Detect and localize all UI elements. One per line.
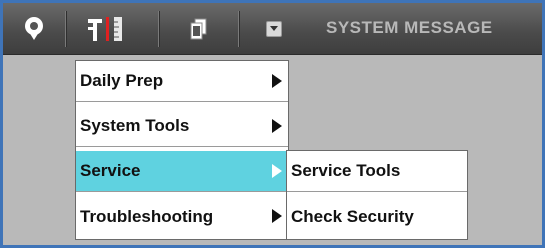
menu-item-label: Service bbox=[80, 161, 141, 180]
menu-item-daily-prep[interactable]: Daily Prep bbox=[76, 61, 288, 102]
submenu-arrow-icon bbox=[272, 164, 282, 178]
submenu-arrow-icon bbox=[272, 119, 282, 133]
submenu-item-service-tools[interactable]: Service Tools bbox=[287, 151, 467, 192]
copy-button[interactable] bbox=[183, 3, 213, 54]
main-menu: Daily Prep System Tools Service Troubles… bbox=[75, 60, 289, 240]
location-pin-icon bbox=[25, 16, 43, 40]
service-submenu: Service Tools Check Security bbox=[286, 150, 468, 240]
system-message-label[interactable]: SYSTEM MESSAGE bbox=[326, 18, 493, 38]
submenu-arrow-icon bbox=[272, 74, 282, 88]
toolbar-divider bbox=[238, 11, 239, 47]
copy-icon bbox=[190, 18, 207, 39]
menu-item-troubleshooting[interactable]: Troubleshooting bbox=[76, 196, 288, 237]
menu-item-label: Troubleshooting bbox=[80, 206, 214, 226]
menu-item-system-tools[interactable]: System Tools bbox=[76, 106, 288, 147]
menu-item-label: Daily Prep bbox=[80, 71, 164, 90]
menu-item-label: System Tools bbox=[80, 116, 190, 135]
menu-dropdown-button[interactable] bbox=[261, 3, 287, 54]
tools-button[interactable] bbox=[81, 3, 131, 54]
toolbar-divider bbox=[158, 11, 159, 47]
submenu-item-label: Service Tools bbox=[291, 161, 401, 180]
submenu-item-check-security[interactable]: Check Security bbox=[287, 196, 467, 237]
location-pin-button[interactable] bbox=[19, 3, 49, 54]
submenu-item-label: Check Security bbox=[291, 206, 414, 226]
app-frame: SYSTEM MESSAGE Daily Prep System Tools S… bbox=[0, 0, 545, 248]
menu-item-service[interactable]: Service bbox=[76, 151, 288, 192]
top-toolbar: SYSTEM MESSAGE bbox=[3, 3, 542, 55]
toolbar-divider bbox=[65, 11, 66, 47]
tools-ruler-icon bbox=[88, 16, 122, 41]
submenu-arrow-icon bbox=[272, 209, 282, 223]
dropdown-arrow-icon bbox=[266, 20, 282, 37]
